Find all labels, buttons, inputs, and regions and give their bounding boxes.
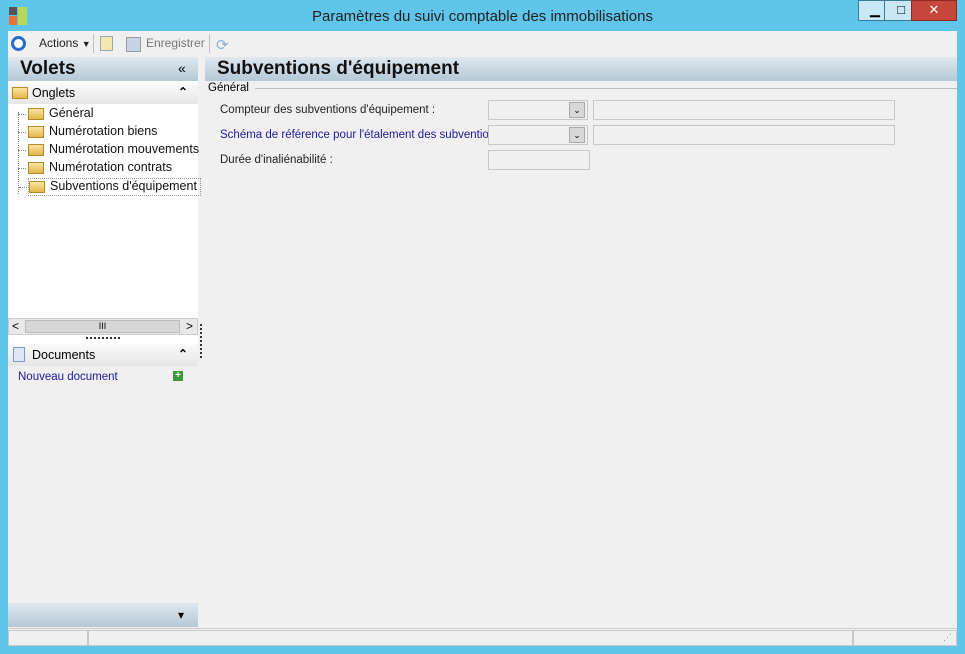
actions-menu[interactable]: Actions ▼ [39, 36, 91, 50]
collapse-icon[interactable]: ⌃ [178, 347, 188, 361]
separator [209, 34, 210, 53]
documents-label: Documents [32, 348, 96, 362]
scroll-thumb[interactable]: III [25, 320, 180, 333]
field-label: Compteur des subventions d'équipement : [220, 104, 436, 116]
side-panel: Volets « Onglets ⌃ Général Numérotation … [8, 57, 201, 627]
item-label: Numérotation contrats [49, 160, 172, 174]
save-button[interactable]: Enregistrer [146, 36, 205, 50]
duree-input[interactable] [488, 150, 590, 170]
document-icon [13, 347, 25, 362]
horizontal-scrollbar[interactable]: < III > [8, 318, 198, 335]
group-divider [255, 88, 957, 89]
folder-icon [28, 107, 44, 120]
chevron-down-icon[interactable]: ⌄ [569, 127, 585, 143]
status-bar: ⋰ [8, 628, 957, 646]
tree-item-subventions[interactable]: Subventions d'équipement [19, 178, 201, 196]
splitter[interactable] [86, 337, 120, 339]
scroll-right-button[interactable]: > [186, 319, 193, 333]
open-folder-icon [29, 180, 45, 193]
main-header: Subventions d'équipement [205, 57, 957, 81]
folder-icon [28, 125, 44, 138]
panel-footer: ▾ [8, 603, 198, 627]
status-cell [853, 630, 957, 646]
collapse-panel-button[interactable]: « [178, 60, 186, 76]
item-label: Général [49, 106, 94, 120]
new-document-link[interactable]: Nouveau document [18, 371, 118, 383]
schema-description [593, 125, 895, 145]
expand-icon[interactable]: ▾ [178, 608, 184, 622]
collapse-icon[interactable]: ⌃ [178, 85, 188, 99]
tree-line [18, 112, 19, 194]
status-cell [8, 630, 88, 646]
chevron-down-icon[interactable]: ⌄ [569, 102, 585, 118]
page-title: Subventions d'équipement [217, 58, 460, 79]
add-icon[interactable]: + [173, 371, 183, 381]
folder-icon [12, 87, 28, 99]
save-icon [126, 37, 141, 52]
tree-item-numerotation-contrats[interactable]: Numérotation contrats [18, 160, 172, 178]
title-bar: Paramètres du suivi comptable des immobi… [0, 0, 965, 31]
close-button[interactable]: ✕ [911, 0, 957, 21]
field-label: Durée d'inaliénabilité : [220, 154, 333, 166]
scroll-left-button[interactable]: < [12, 319, 19, 333]
documents-header[interactable]: Documents ⌃ [8, 344, 198, 366]
status-cell [88, 630, 853, 646]
window-title: Paramètres du suivi comptable des immobi… [312, 8, 653, 25]
item-label: Numérotation biens [49, 124, 158, 138]
refresh-icon[interactable]: ⟳ [216, 36, 229, 54]
tree-item-numerotation-mouvements[interactable]: Numérotation mouvements [17, 142, 200, 160]
group-title: Général [208, 82, 249, 94]
onglets-header[interactable]: Onglets ⌃ [8, 83, 198, 104]
main-panel: Subventions d'équipement Général Compteu… [205, 57, 957, 627]
resize-grip-icon[interactable]: ⋰ [943, 632, 952, 643]
tree-item-numerotation-biens[interactable]: Numérotation biens [17, 124, 158, 142]
documents-body [8, 366, 198, 603]
folder-icon [28, 161, 44, 174]
onglets-label: Onglets [32, 86, 76, 100]
navigation-icon[interactable] [11, 36, 26, 51]
panel-header: Volets « [8, 57, 198, 81]
new-icon[interactable] [100, 36, 113, 51]
tree-item-general[interactable]: Général [17, 106, 94, 124]
toolbar: Actions ▼ Enregistrer ⟳ [8, 31, 957, 56]
item-label: Subventions d'équipement [50, 179, 197, 193]
client-area: Actions ▼ Enregistrer ⟳ Volets « Onglets… [8, 31, 957, 646]
item-label: Numérotation mouvements [49, 142, 200, 156]
actions-label: Actions [39, 36, 79, 50]
folder-icon [28, 143, 44, 156]
schema-dropdown[interactable]: ⌄ [488, 125, 588, 145]
compteur-description [593, 100, 895, 120]
panel-title: Volets [20, 58, 76, 79]
separator [93, 34, 94, 53]
field-label-link[interactable]: Schéma de référence pour l'étalement des… [220, 129, 507, 141]
compteur-dropdown[interactable]: ⌄ [488, 100, 588, 120]
vertical-splitter[interactable] [200, 324, 202, 358]
